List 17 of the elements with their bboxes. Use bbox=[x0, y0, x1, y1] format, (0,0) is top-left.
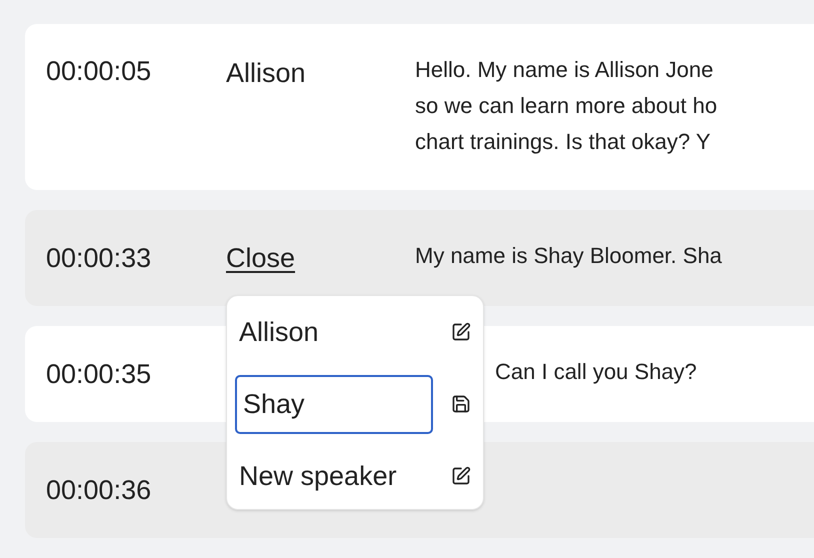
transcript-text: chart trainings. Is that okay? Y bbox=[415, 128, 712, 156]
transcript-text: My name is Shay Bloomer. Sha bbox=[415, 242, 722, 270]
transcript-text: Can I call you Shay? bbox=[495, 358, 697, 386]
save-icon[interactable] bbox=[451, 394, 471, 414]
timestamp: 00:00:35 bbox=[46, 360, 152, 388]
timestamp: 00:00:36 bbox=[46, 476, 152, 504]
timestamp: 00:00:05 bbox=[46, 58, 152, 85]
speaker-name: Allison bbox=[226, 60, 306, 87]
transcript-text: Hello. My name is Allison Jone bbox=[415, 56, 714, 84]
speaker-option[interactable]: New speaker bbox=[227, 462, 397, 490]
speaker-name-input[interactable]: Shay bbox=[235, 374, 433, 434]
timestamp: 00:00:33 bbox=[46, 244, 152, 272]
close-link[interactable]: Close bbox=[226, 244, 296, 272]
transcript-text: so we can learn more about ho bbox=[415, 92, 718, 120]
edit-icon[interactable] bbox=[451, 322, 471, 342]
edit-icon[interactable] bbox=[451, 466, 471, 486]
speaker-option[interactable]: Allison bbox=[227, 318, 319, 346]
